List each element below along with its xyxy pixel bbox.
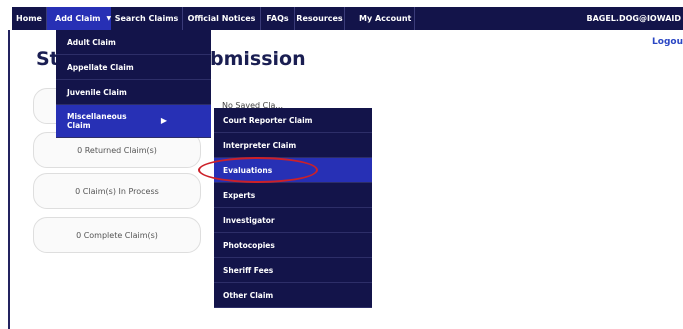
nav-resources[interactable]: Resources [295, 7, 345, 30]
nav-search-claims[interactable]: Search Claims [111, 7, 183, 30]
submenu-evaluations[interactable]: Evaluations [214, 158, 372, 183]
status-card-in-process[interactable]: 0 Claim(s) In Process [33, 173, 201, 209]
nav-add-claim-label: Add Claim [55, 14, 101, 23]
top-navigation: Home Add Claim ▼ Search Claims Official … [12, 7, 683, 30]
nav-home[interactable]: Home [12, 7, 47, 30]
nav-add-claim[interactable]: Add Claim ▼ [47, 7, 111, 30]
menu-adult-claim[interactable]: Adult Claim [56, 30, 211, 55]
logout-link[interactable]: Logou [652, 37, 683, 47]
miscellaneous-submenu: Court Reporter Claim Interpreter Claim E… [214, 108, 372, 308]
submenu-court-reporter-claim[interactable]: Court Reporter Claim [214, 108, 372, 133]
submenu-experts[interactable]: Experts [214, 183, 372, 208]
nav-faqs[interactable]: FAQs [261, 7, 295, 30]
status-card-complete[interactable]: 0 Complete Claim(s) [33, 217, 201, 253]
nav-official-notices[interactable]: Official Notices [183, 7, 261, 30]
left-border [8, 30, 10, 329]
submenu-arrow-icon: ▶ [160, 116, 167, 125]
submenu-other-claim[interactable]: Other Claim [214, 283, 372, 308]
nav-my-account[interactable]: My Account [345, 7, 415, 30]
submenu-investigator[interactable]: Investigator [214, 208, 372, 233]
submenu-sheriff-fees[interactable]: Sheriff Fees [214, 258, 372, 283]
submenu-interpreter-claim[interactable]: Interpreter Claim [214, 133, 372, 158]
menu-appellate-claim[interactable]: Appellate Claim [56, 55, 211, 80]
menu-juvenile-claim[interactable]: Juvenile Claim [56, 80, 211, 105]
nav-user-account[interactable]: BAGEL.DOG@IOWAID [586, 7, 683, 30]
menu-miscellaneous-claim-label: Miscellaneous Claim [67, 112, 127, 130]
add-claim-dropdown: Adult Claim Appellate Claim Juvenile Cla… [56, 30, 211, 138]
menu-miscellaneous-claim[interactable]: Miscellaneous Claim ▶ [56, 105, 211, 138]
submenu-photocopies[interactable]: Photocopies [214, 233, 372, 258]
